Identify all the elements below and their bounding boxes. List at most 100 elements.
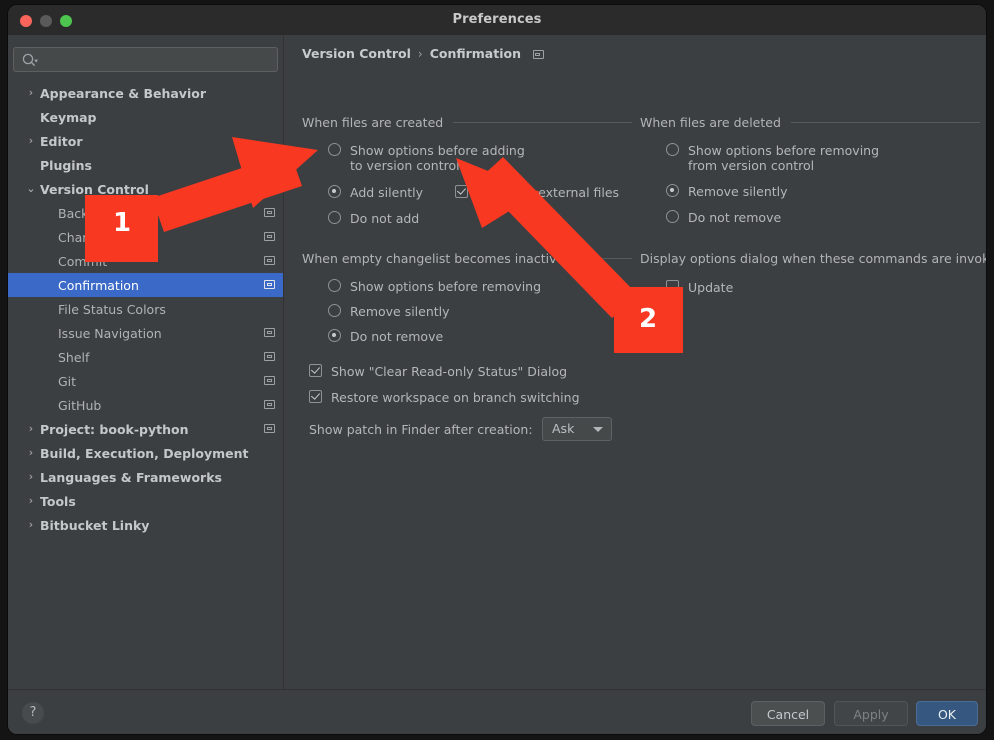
radio-label-line1: Show options before removing	[688, 143, 879, 158]
checkbox-indicator[interactable]	[666, 280, 679, 293]
section-title-display-options: Display options dialog when these comman…	[640, 251, 986, 266]
section-label: When files are created	[302, 115, 443, 130]
radio-do-not-remove[interactable]: Do not remove	[666, 209, 781, 225]
radio-label: Do not add	[350, 210, 419, 226]
radio-label-line1: Show options before adding	[350, 143, 525, 158]
chevron-right-icon[interactable]: ›	[26, 441, 36, 465]
radio-show-options-before-removing[interactable]: Show options before removing from versio…	[666, 142, 879, 173]
section-title-files-created: When files are created	[302, 115, 632, 130]
sidebar-item-project-book-python[interactable]: › Project: book-python	[8, 417, 283, 441]
radio-do-not-add[interactable]: Do not add	[328, 210, 419, 226]
window-title: Preferences	[8, 5, 986, 35]
sidebar-item-appearance-behavior[interactable]: ›Appearance & Behavior	[8, 81, 283, 105]
radio-indicator[interactable]	[666, 210, 679, 223]
sidebar-item-label: Version Control	[40, 182, 149, 197]
cancel-button[interactable]: Cancel	[751, 701, 825, 726]
section-label: When empty changelist becomes inactive	[302, 251, 564, 266]
radio-indicator[interactable]	[328, 304, 341, 317]
sidebar-item-confirmation[interactable]: Confirmation	[8, 273, 283, 297]
panel-icon	[533, 50, 544, 59]
panel-icon	[264, 328, 275, 337]
sidebar-item-label: Keymap	[40, 110, 97, 125]
sidebar-item-label: Build, Execution, Deployment	[40, 446, 248, 461]
apply-button[interactable]: Apply	[834, 701, 908, 726]
chevron-right-icon[interactable]: ›	[26, 465, 36, 489]
chevron-down-icon[interactable]: ⌄	[26, 180, 36, 198]
section-rule	[574, 258, 632, 259]
section-label: Display options dialog when these comman…	[640, 251, 986, 266]
sidebar-item-issue-navigation[interactable]: Issue Navigation	[8, 321, 283, 345]
checkbox-including-external-files[interactable]: Including external files	[455, 184, 619, 200]
radio-indicator[interactable]	[328, 279, 341, 292]
radio-label: Do not remove	[350, 328, 443, 344]
checkbox-label: Including external files	[477, 184, 619, 200]
sidebar-item-languages-frameworks[interactable]: ›Languages & Frameworks	[8, 465, 283, 489]
search-input[interactable]	[42, 48, 276, 73]
sidebar-item-shelf[interactable]: Shelf	[8, 345, 283, 369]
radio-indicator[interactable]	[328, 211, 341, 224]
checkbox-indicator[interactable]	[455, 185, 468, 198]
sidebar-item-changelists[interactable]: Changelists	[8, 225, 283, 249]
checkbox-update[interactable]: Update	[666, 279, 733, 295]
patch-in-finder-label: Show patch in Finder after creation:	[309, 422, 533, 437]
patch-in-finder-dropdown[interactable]: Ask	[542, 417, 612, 441]
search-icon	[21, 52, 38, 69]
radio-indicator[interactable]	[328, 143, 341, 156]
radio-indicator[interactable]	[328, 329, 341, 342]
radio-changelist-remove-silently[interactable]: Remove silently	[328, 303, 450, 319]
sidebar-item-label: Tools	[40, 494, 76, 509]
chevron-right-icon[interactable]: ›	[26, 489, 36, 513]
chevron-right-icon[interactable]: ›	[26, 81, 36, 105]
checkbox-show-clear-readonly-dialog[interactable]: Show "Clear Read-only Status" Dialog	[309, 363, 567, 379]
chevron-right-icon[interactable]: ›	[26, 129, 36, 153]
section-title-empty-changelist: When empty changelist becomes inactive	[302, 251, 632, 266]
section-rule	[791, 122, 980, 123]
radio-changelist-do-not-remove[interactable]: Do not remove	[328, 328, 443, 344]
sidebar-item-label: Editor	[40, 134, 83, 149]
sidebar-item-plugins[interactable]: Plugins	[8, 153, 283, 177]
sidebar-item-background[interactable]: Background	[8, 201, 283, 225]
radio-show-options-before-adding[interactable]: Show options before adding to version co…	[328, 142, 525, 173]
annotation-number-2: 2	[639, 304, 657, 334]
breadcrumb-root[interactable]: Version Control	[302, 46, 411, 61]
ok-button[interactable]: OK	[916, 701, 978, 726]
sidebar-item-tools[interactable]: › Tools	[8, 489, 283, 513]
sidebar-item-file-status-colors[interactable]: File Status Colors	[8, 297, 283, 321]
checkbox-indicator[interactable]	[309, 390, 322, 403]
settings-main-panel: Version Control › Confirmation When file…	[284, 35, 986, 689]
annotation-number-1: 1	[113, 208, 131, 238]
sidebar-item-label: Git	[58, 374, 76, 389]
title-bar: Preferences	[8, 5, 986, 36]
sidebar-item-version-control[interactable]: ⌄ Version Control	[8, 177, 283, 201]
sidebar-item-build-execution-deployment[interactable]: › Build, Execution, Deployment	[8, 441, 283, 465]
radio-remove-silently[interactable]: Remove silently	[666, 183, 788, 199]
breadcrumb-leaf: Confirmation	[430, 46, 521, 61]
search-box[interactable]	[13, 47, 278, 72]
sidebar-item-keymap[interactable]: Keymap	[8, 105, 283, 129]
section-label: When files are deleted	[640, 115, 781, 130]
sidebar-item-commit[interactable]: Commit	[8, 249, 283, 273]
sidebar-item-git[interactable]: Git	[8, 369, 283, 393]
chevron-right-icon[interactable]: ›	[26, 417, 36, 441]
radio-label-line2: from version control	[688, 158, 879, 173]
radio-changelist-show-options[interactable]: Show options before removing	[328, 278, 541, 294]
sidebar-item-label: Project: book-python	[40, 422, 189, 437]
radio-label: Remove silently	[350, 303, 450, 319]
radio-label: Show options before removing	[350, 278, 541, 294]
radio-label: Do not remove	[688, 209, 781, 225]
sidebar-item-github[interactable]: GitHub	[8, 393, 283, 417]
sidebar-item-bitbucket-linky[interactable]: › Bitbucket Linky	[8, 513, 283, 537]
radio-add-silently[interactable]: Add silently	[328, 184, 423, 200]
radio-label: Show options before adding to version co…	[350, 142, 525, 173]
radio-indicator[interactable]	[666, 184, 679, 197]
radio-indicator[interactable]	[666, 143, 679, 156]
help-button[interactable]: ?	[22, 702, 44, 724]
chevron-right-icon[interactable]: ›	[26, 513, 36, 537]
panel-icon	[264, 352, 275, 361]
panel-icon	[264, 208, 275, 217]
sidebar-item-label: Bitbucket Linky	[40, 518, 149, 533]
sidebar-item-editor[interactable]: › Editor	[8, 129, 283, 153]
checkbox-restore-workspace-on-branch-switching[interactable]: Restore workspace on branch switching	[309, 389, 580, 405]
radio-indicator[interactable]	[328, 185, 341, 198]
checkbox-indicator[interactable]	[309, 364, 322, 377]
